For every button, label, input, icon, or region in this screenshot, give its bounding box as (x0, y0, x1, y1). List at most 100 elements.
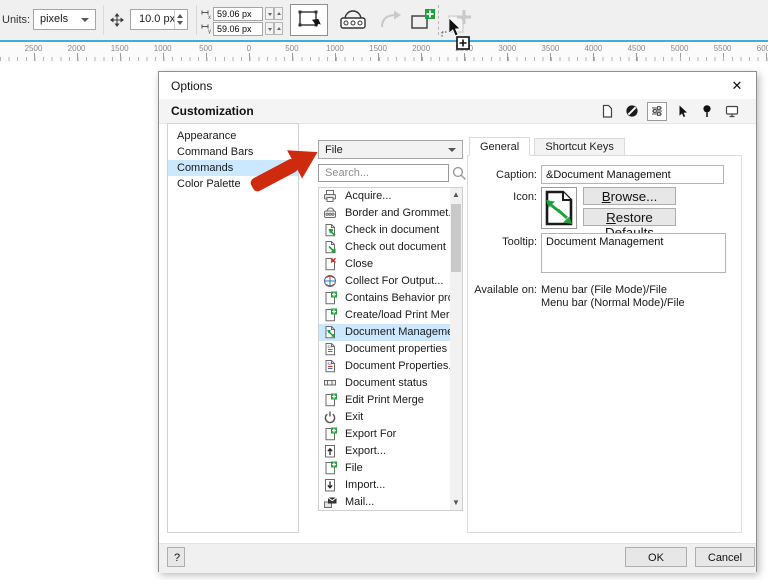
cancel-button[interactable]: Cancel (695, 547, 755, 567)
duplicate-distance-y-input[interactable] (213, 22, 263, 36)
new-document-icon[interactable] (597, 102, 617, 121)
ruler-label: 5000 (671, 44, 689, 53)
page-close-icon (323, 257, 337, 274)
list-item-label: Acquire... (345, 190, 391, 202)
list-item-label: Close (345, 258, 373, 270)
dup-x-decrease-button[interactable] (265, 7, 274, 20)
list-item[interactable]: Document status (319, 375, 462, 392)
list-item[interactable]: Export... (319, 443, 462, 460)
page-props-icon: s= (323, 359, 337, 376)
ruler-label: 6000 (757, 44, 768, 53)
list-item-label: Collect For Output... (345, 275, 443, 287)
command-category-dropdown[interactable]: File (318, 140, 463, 159)
list-item-label: Document Management (345, 326, 462, 338)
sidebar-item-appearance[interactable]: Appearance (168, 128, 298, 144)
sliders-icon[interactable] (647, 102, 667, 121)
list-item[interactable]: Check out document (319, 239, 462, 256)
page-up-icon (323, 444, 337, 461)
available-on-label: Available on: (459, 284, 537, 296)
sidebar-item-command-bars[interactable]: Command Bars (168, 144, 298, 160)
header-icon-row (597, 101, 742, 121)
list-item-label: Exit (345, 411, 363, 423)
ruler-tick (378, 53, 379, 61)
ruler-label: 5500 (714, 44, 732, 53)
ruler-label: 1500 (369, 44, 387, 53)
list-item[interactable]: Import... (319, 477, 462, 494)
sidebar-item-color-palette[interactable]: Color Palette (168, 176, 298, 192)
ruler-tick (120, 53, 121, 61)
list-item[interactable]: Collect For Output... (319, 273, 462, 290)
help-button[interactable]: ? (167, 547, 185, 567)
list-item-label: Document Properties... (345, 360, 458, 372)
tab-general[interactable]: General (469, 137, 530, 156)
list-item-label: Document properties (345, 343, 447, 355)
scroll-down-icon[interactable]: ▼ (450, 496, 462, 510)
list-item[interactable]: Exit (319, 409, 462, 426)
prohibit-icon[interactable] (622, 102, 642, 121)
list-item-label: Document status (345, 377, 428, 389)
restore-defaults-button[interactable]: Restore Defaults (583, 208, 676, 226)
list-item-label: Mail... (345, 496, 374, 508)
ruler-tick (292, 53, 293, 61)
ruler-tick (335, 53, 336, 61)
printer-icon (323, 189, 337, 206)
border-grommet-button[interactable] (334, 4, 372, 36)
list-item[interactable]: Border and Grommet... (319, 205, 462, 222)
tab-shortcut-keys[interactable]: Shortcut Keys (534, 138, 624, 156)
cursor-icon[interactable] (672, 102, 692, 121)
list-item[interactable]: s= Document properties (319, 341, 462, 358)
pin-icon[interactable] (697, 102, 717, 121)
units-dropdown[interactable]: pixels (33, 9, 96, 30)
list-item[interactable]: Acquire... (319, 188, 462, 205)
command-rows: Acquire... Border and Grommet...Check in … (319, 188, 462, 511)
page-check-out-icon (323, 240, 337, 257)
nudge-distance-input[interactable]: 10.0 px (130, 9, 188, 30)
ok-button[interactable]: OK (625, 547, 687, 567)
mail-icon (323, 495, 337, 511)
list-item-label: Import... (345, 479, 385, 491)
ruler-tick (249, 53, 250, 61)
list-item[interactable]: Export For (319, 426, 462, 443)
search-input[interactable] (323, 166, 445, 180)
browse-button[interactable]: Browse... (583, 187, 676, 205)
ruler-tick (593, 53, 594, 61)
doc-management-icon (323, 325, 337, 342)
ruler-tick (507, 53, 508, 61)
section-title: Customization (171, 104, 254, 118)
monitor-icon[interactable] (722, 102, 742, 121)
ruler-label: 500 (199, 44, 212, 53)
list-item[interactable]: Mail... (319, 494, 462, 511)
sidebar-item-commands[interactable]: Commands (168, 160, 298, 176)
ruler-label: 2000 (412, 44, 430, 53)
command-search-box (318, 164, 449, 182)
treat-as-filled-button[interactable] (290, 4, 328, 36)
dialog-title: Options (171, 79, 212, 93)
list-item[interactable]: Close (319, 256, 462, 273)
list-item[interactable]: Edit Print Merge (319, 392, 462, 409)
list-item[interactable]: Document Management (319, 324, 462, 341)
tooltip-label: Tooltip: (459, 236, 537, 248)
ruler: 2500200015001000500050010001500200025003… (0, 40, 768, 62)
duplicate-distance-x-input[interactable] (213, 7, 263, 21)
collect-output-icon (323, 274, 337, 291)
dup-y-increase-button[interactable] (274, 22, 283, 35)
list-item[interactable]: Contains Behavior prop... (319, 290, 462, 307)
available-on-values: Menu bar (File Mode)/FileMenu bar (Norma… (541, 284, 685, 310)
caption-input[interactable] (541, 165, 724, 184)
list-item[interactable]: s= Document Properties... (319, 358, 462, 375)
spinner-buttons[interactable] (174, 10, 187, 29)
ruler-tick (421, 53, 422, 61)
page-props-icon: s= (323, 342, 337, 359)
list-item[interactable]: Create/load Print Merge (319, 307, 462, 324)
page-plus-icon (323, 393, 337, 410)
toolbar-separator (103, 5, 104, 35)
dup-y-decrease-button[interactable] (265, 22, 274, 35)
list-item[interactable]: File (319, 460, 462, 477)
close-icon[interactable]: ✕ (728, 77, 746, 95)
ruler-tick (34, 53, 35, 61)
units-label: Units: (2, 14, 30, 26)
list-item[interactable]: Check in document (319, 222, 462, 239)
tooltip-input[interactable]: Document Management (541, 233, 726, 273)
dup-x-increase-button[interactable] (274, 7, 283, 20)
ruler-tick (206, 53, 207, 61)
